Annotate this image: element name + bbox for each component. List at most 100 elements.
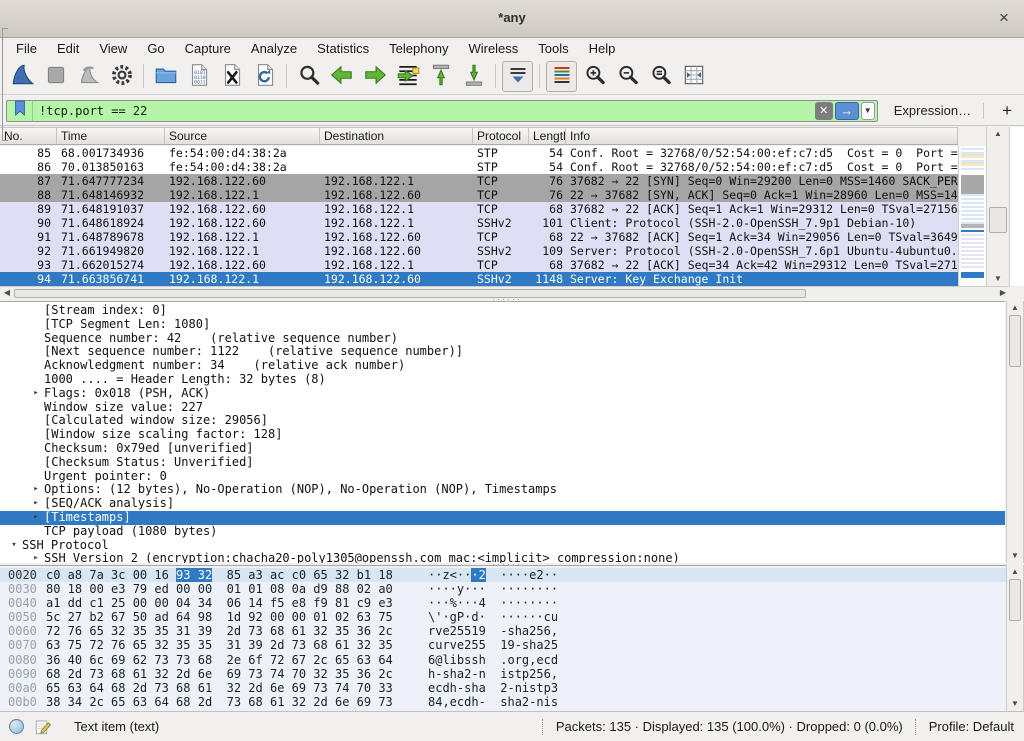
column-header-time[interactable]: Time xyxy=(57,128,165,144)
filter-clear-button[interactable]: ✕ xyxy=(815,102,833,120)
go-first-packet-button[interactable] xyxy=(425,61,456,92)
close-file-button[interactable] xyxy=(216,61,247,92)
add-filter-button[interactable]: + xyxy=(996,101,1018,121)
detail-line[interactable]: Checksum: 0x79ed [unverified] xyxy=(0,442,1005,456)
detail-line[interactable]: [Checksum Status: Unverified] xyxy=(0,456,1005,470)
display-filter-input[interactable]: !tcp.port == 22 xyxy=(33,104,815,118)
expand-icon[interactable]: ▸ xyxy=(28,483,44,497)
detail-line[interactable]: 1000 .... = Header Length: 32 bytes (8) xyxy=(0,373,1005,387)
scroll-up-icon[interactable]: ▲ xyxy=(987,128,1009,140)
column-header-no[interactable]: No. xyxy=(0,128,57,144)
filter-bookmark-button[interactable] xyxy=(7,101,33,121)
detail-line[interactable]: Acknowledgment number: 34 (relative ack … xyxy=(0,359,1005,373)
detail-line[interactable]: [Window size scaling factor: 128] xyxy=(0,428,1005,442)
detail-line[interactable]: Urgent pointer: 0 xyxy=(0,470,1005,484)
expert-info-icon[interactable] xyxy=(9,719,24,734)
display-filter-field[interactable]: !tcp.port == 22 ✕ → ▼ xyxy=(6,100,878,122)
packet-row-92[interactable]: 9271.661949820192.168.122.1192.168.122.6… xyxy=(0,244,958,258)
filter-dropdown-button[interactable]: ▼ xyxy=(861,102,875,120)
expand-icon[interactable]: ▸ xyxy=(28,497,44,511)
hex-row-0090[interactable]: 009068 2d 73 68 61 32 2d 6e 69 73 74 70 … xyxy=(0,667,1006,681)
hex-vscrollbar[interactable]: ▲ ▼ xyxy=(1006,565,1024,711)
menu-wireless[interactable]: Wireless xyxy=(458,39,528,58)
menu-capture[interactable]: Capture xyxy=(175,39,241,58)
detail-line[interactable]: [TCP Segment Len: 1080] xyxy=(0,318,1005,332)
menu-edit[interactable]: Edit xyxy=(47,39,89,58)
profile-label[interactable]: Profile: Default xyxy=(929,719,1014,734)
expand-icon[interactable]: ▸ xyxy=(28,552,44,563)
scroll-left-icon[interactable]: ◀ xyxy=(1,287,13,298)
detail-line[interactable]: TCP payload (1080 bytes) xyxy=(0,525,1005,539)
scrollbar-thumb[interactable] xyxy=(1009,315,1021,367)
hex-row-0050[interactable]: 00505c 27 b2 67 50 ad 64 98 1d 92 00 00 … xyxy=(0,610,1006,624)
packet-row-93[interactable]: 9371.662015274192.168.122.60192.168.122.… xyxy=(0,258,958,272)
detail-line[interactable]: [Calculated window size: 29056] xyxy=(0,414,1005,428)
hex-row-0020[interactable]: 0020c0 a8 7a 3c 00 16 93 32 85 a3 ac c0 … xyxy=(0,568,1006,582)
scroll-down-icon[interactable]: ▼ xyxy=(1007,550,1023,562)
expression-button[interactable]: Expression… xyxy=(894,103,971,118)
expand-icon[interactable]: ▸ xyxy=(28,511,44,525)
packet-row-89[interactable]: 8971.648191037192.168.122.60192.168.122.… xyxy=(0,202,958,216)
scroll-right-icon[interactable]: ▶ xyxy=(997,287,1009,298)
capture-comment-icon[interactable] xyxy=(34,718,52,736)
save-file-button[interactable]: 010101100011 xyxy=(183,61,214,92)
column-header-length[interactable]: Length xyxy=(529,128,566,144)
expand-icon[interactable]: ▸ xyxy=(28,387,44,401)
detail-line[interactable]: ▸[SEQ/ACK analysis] xyxy=(0,497,1005,511)
go-last-packet-button[interactable] xyxy=(458,61,489,92)
scroll-up-icon[interactable]: ▲ xyxy=(1007,566,1023,578)
packet-row-90[interactable]: 9071.648618924192.168.122.60192.168.122.… xyxy=(0,216,958,230)
packet-list-minimap[interactable] xyxy=(958,146,986,286)
hex-row-00b0[interactable]: 00b038 34 2c 65 63 64 68 2d 73 68 61 32 … xyxy=(0,695,1006,709)
scroll-down-icon[interactable]: ▼ xyxy=(987,273,1009,285)
close-button[interactable]: × xyxy=(994,8,1014,28)
hex-row-0040[interactable]: 0040a1 dd c1 25 00 00 04 34 06 14 f5 e8 … xyxy=(0,596,1006,610)
menu-analyze[interactable]: Analyze xyxy=(241,39,307,58)
detail-line[interactable]: ▾SSH Protocol xyxy=(0,539,1005,553)
column-header-info[interactable]: Info xyxy=(566,128,958,144)
packet-list-vscrollbar[interactable]: ▲ ▼ xyxy=(986,127,1010,286)
go-to-packet-button[interactable] xyxy=(392,61,423,92)
menu-statistics[interactable]: Statistics xyxy=(307,39,379,58)
packet-row-94[interactable]: 9471.663856741192.168.122.1192.168.122.6… xyxy=(0,272,958,286)
title-bar[interactable]: *any × xyxy=(0,0,1024,38)
detail-line[interactable]: [Stream index: 0] xyxy=(0,304,1005,318)
stop-capture-button[interactable] xyxy=(40,61,71,92)
menu-view[interactable]: View xyxy=(89,39,137,58)
hex-row-0070[interactable]: 007063 75 72 76 65 32 35 35 31 39 2d 73 … xyxy=(0,638,1006,652)
zoom-in-button[interactable] xyxy=(579,61,610,92)
restart-capture-button[interactable] xyxy=(73,61,104,92)
detail-line[interactable]: ▸Options: (12 bytes), No-Operation (NOP)… xyxy=(0,483,1005,497)
auto-scroll-button[interactable] xyxy=(502,61,533,92)
menu-tools[interactable]: Tools xyxy=(528,39,578,58)
scrollbar-thumb[interactable] xyxy=(989,207,1007,233)
capture-options-button[interactable] xyxy=(106,61,137,92)
menu-file[interactable]: File xyxy=(6,39,47,58)
hex-row-0060[interactable]: 006072 76 65 32 35 35 31 39 2d 73 68 61 … xyxy=(0,624,1006,638)
hex-row-0080[interactable]: 008036 40 6c 69 62 73 73 68 2e 6f 72 67 … xyxy=(0,653,1006,667)
detail-line[interactable]: Window size value: 227 xyxy=(0,401,1005,415)
scroll-up-icon[interactable]: ▲ xyxy=(1007,302,1023,314)
open-file-button[interactable] xyxy=(150,61,181,92)
start-capture-button[interactable] xyxy=(7,61,38,92)
column-header-source[interactable]: Source xyxy=(165,128,320,144)
menu-help[interactable]: Help xyxy=(579,39,626,58)
resize-columns-button[interactable] xyxy=(678,61,709,92)
menu-telephony[interactable]: Telephony xyxy=(379,39,458,58)
hex-row-00a0[interactable]: 00a065 63 64 68 2d 73 68 61 32 2d 6e 69 … xyxy=(0,681,1006,695)
detail-line[interactable]: [Next sequence number: 1122 (relative se… xyxy=(0,345,1005,359)
zoom-reset-button[interactable] xyxy=(645,61,676,92)
menu-go[interactable]: Go xyxy=(137,39,174,58)
column-header-destination[interactable]: Destination xyxy=(320,128,473,144)
go-forward-button[interactable] xyxy=(359,61,390,92)
scroll-down-icon[interactable]: ▼ xyxy=(1007,698,1023,710)
column-header-protocol[interactable]: Protocol xyxy=(473,128,529,144)
detail-line[interactable]: ▸[Timestamps] xyxy=(0,511,1005,525)
detail-vscrollbar[interactable]: ▲ ▼ xyxy=(1006,301,1024,563)
packet-row-87[interactable]: 8771.647777234192.168.122.60192.168.122.… xyxy=(0,174,958,188)
zoom-out-button[interactable] xyxy=(612,61,643,92)
packet-row-88[interactable]: 8871.648146932192.168.122.1192.168.122.6… xyxy=(0,188,958,202)
scrollbar-thumb[interactable] xyxy=(1009,579,1021,621)
scrollbar-thumb[interactable] xyxy=(14,289,806,298)
hex-row-0030[interactable]: 003080 18 00 e3 79 ed 00 00 01 01 08 0a … xyxy=(0,582,1006,596)
